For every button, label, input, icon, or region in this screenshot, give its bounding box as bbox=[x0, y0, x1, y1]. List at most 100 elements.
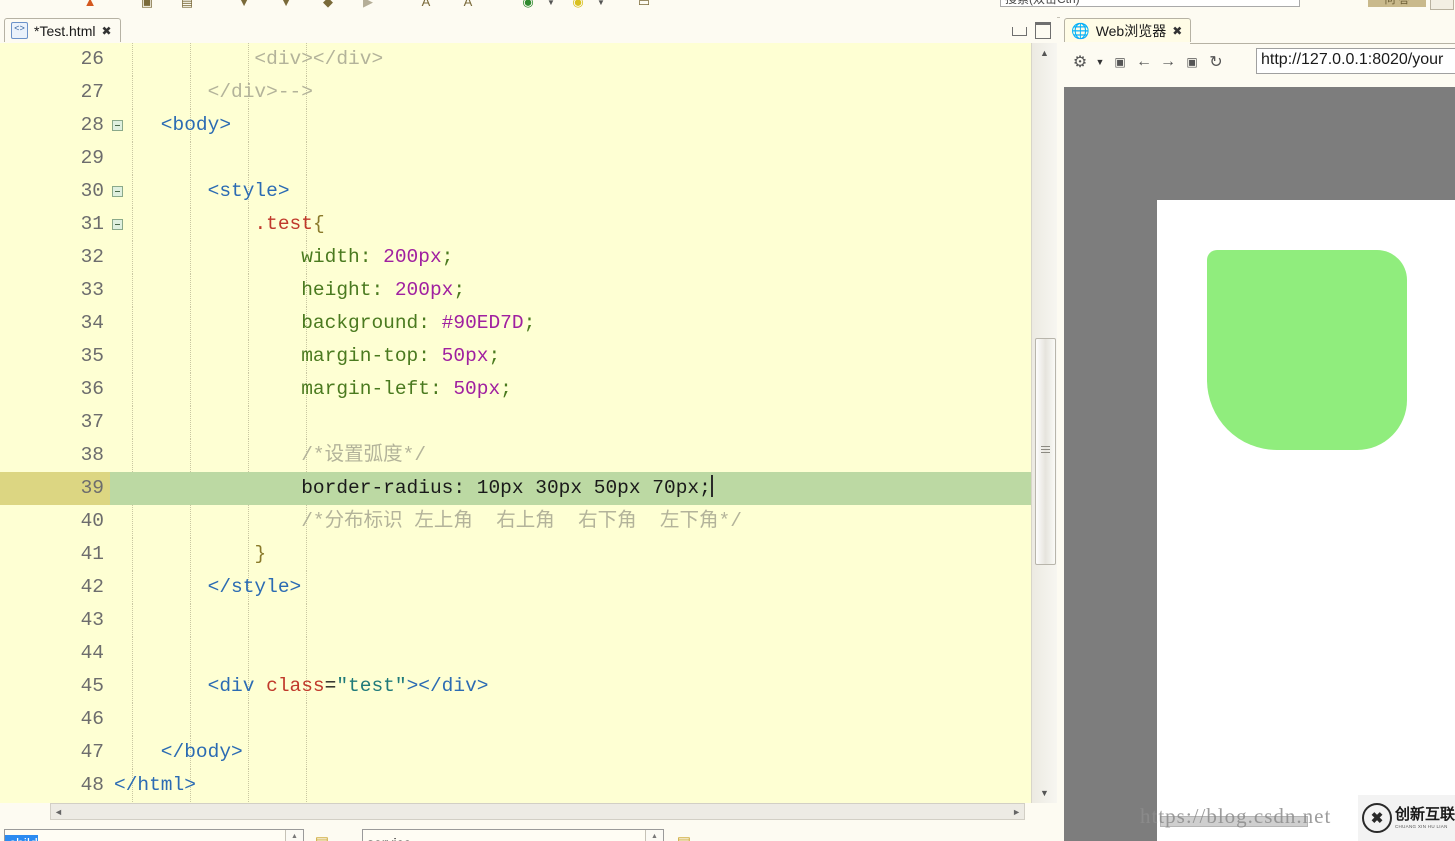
code-token bbox=[114, 246, 301, 268]
code-editor[interactable]: 26 <div></div>27 </div>-->28 <body>2930 … bbox=[0, 43, 1057, 803]
gear-icon[interactable]: ⚙ bbox=[1068, 50, 1092, 74]
font-small-icon[interactable]: A bbox=[460, 0, 476, 10]
editor-vertical-scrollbar[interactable]: ▲ ▼ bbox=[1031, 43, 1057, 803]
replace-prefs-icon[interactable]: ▤ bbox=[674, 832, 694, 841]
code-line[interactable]: 33 height: 200px; bbox=[0, 274, 1032, 307]
line-number: 44 bbox=[0, 637, 110, 670]
code-token: <div></div> bbox=[114, 48, 383, 70]
hscroll-right-icon[interactable]: ► bbox=[1012, 807, 1021, 817]
indent-guide bbox=[190, 406, 191, 439]
code-token: margin-left: bbox=[301, 378, 453, 400]
indent-guide bbox=[132, 703, 133, 736]
code-line[interactable]: 47 </body> bbox=[0, 736, 1032, 769]
indent-guide bbox=[306, 703, 307, 736]
step-into-icon[interactable]: ◆ bbox=[320, 0, 336, 10]
code-line[interactable]: 42 </style> bbox=[0, 571, 1032, 604]
line-number: 48 bbox=[0, 769, 110, 802]
tab-test-html[interactable]: <> *Test.html ✖ bbox=[4, 18, 121, 42]
url-input[interactable]: http://127.0.0.1:8020/your bbox=[1256, 48, 1455, 74]
maximize-icon[interactable] bbox=[1035, 22, 1051, 39]
vertical-scroll-thumb[interactable] bbox=[1035, 338, 1056, 565]
code-line[interactable]: 31 .test{ bbox=[0, 208, 1032, 241]
find-prefs-icon[interactable]: ▤ bbox=[312, 832, 332, 841]
code-token: ></div> bbox=[407, 675, 489, 697]
indent-guide bbox=[306, 736, 307, 769]
find-combo[interactable]: child ▲ ▼ bbox=[4, 829, 304, 841]
validate-icon[interactable]: ◉ bbox=[520, 0, 536, 10]
browser-tab-close-icon[interactable]: ✖ bbox=[1172, 24, 1182, 38]
code-line[interactable]: 35 margin-top: 50px; bbox=[0, 340, 1032, 373]
code-line[interactable]: 40 /*分布标识 左上角 右上角 右下角 左下角*/ bbox=[0, 505, 1032, 538]
export-icon[interactable]: ▣ bbox=[139, 0, 155, 10]
watermark-logo: ✖ 创新互联 CHUANG XIN HU LIAN bbox=[1358, 795, 1455, 841]
browser-tab-label: Web浏览器 bbox=[1096, 21, 1167, 41]
replace-combo[interactable]: service ▲ ▼ bbox=[362, 829, 664, 841]
code-line[interactable]: 44 bbox=[0, 637, 1032, 670]
code-line[interactable]: 29 bbox=[0, 142, 1032, 175]
code-line[interactable]: 41 } bbox=[0, 538, 1032, 571]
qa-button[interactable]: 问 答 bbox=[1368, 0, 1426, 7]
code-line[interactable]: 48</html> bbox=[0, 769, 1032, 802]
find-combo-spinner[interactable]: ▲ ▼ bbox=[285, 830, 303, 841]
code-line[interactable]: 32 width: 200px; bbox=[0, 241, 1032, 274]
scroll-down-icon[interactable]: ▼ bbox=[1034, 783, 1055, 803]
perspective-button[interactable] bbox=[1430, 0, 1454, 10]
indent-guide bbox=[132, 142, 133, 175]
comment-icon[interactable]: ▭ bbox=[636, 0, 652, 10]
code-text: margin-left: 50px; bbox=[110, 373, 512, 406]
console-icon[interactable]: ▣ bbox=[1108, 50, 1132, 74]
validate-caret-icon[interactable]: ▼ bbox=[547, 0, 555, 7]
fire-icon[interactable]: ▲ bbox=[82, 0, 98, 10]
code-token: #90ED7D bbox=[442, 312, 524, 334]
chevron-down-icon[interactable]: ▼ bbox=[1092, 57, 1108, 67]
code-line[interactable]: 34 background: #90ED7D; bbox=[0, 307, 1032, 340]
step-over-icon[interactable]: ▶ bbox=[360, 0, 376, 10]
forward-arrow-icon[interactable]: → bbox=[1156, 50, 1180, 74]
line-number: 28 bbox=[0, 109, 110, 142]
code-line[interactable]: 27 </div>--> bbox=[0, 76, 1032, 109]
line-number: 32 bbox=[0, 241, 110, 274]
scroll-up-icon[interactable]: ▲ bbox=[1034, 43, 1055, 63]
code-line[interactable]: 39 border-radius: 10px 30px 50px 70px; bbox=[0, 472, 1032, 505]
hscroll-left-icon[interactable]: ◄ bbox=[54, 807, 63, 817]
code-line[interactable]: 26 <div></div> bbox=[0, 43, 1032, 76]
code-token: 200px bbox=[395, 279, 454, 301]
tab-web-browser[interactable]: 🌐 Web浏览器 ✖ bbox=[1064, 18, 1191, 42]
tab-close-icon[interactable]: ✖ bbox=[101, 24, 111, 38]
preview-caret-icon[interactable]: ▼ bbox=[597, 0, 605, 7]
global-search-input[interactable]: 搜索(双击Ctrl) bbox=[1000, 0, 1300, 7]
code-line[interactable]: 46 bbox=[0, 703, 1032, 736]
replace-combo-spinner[interactable]: ▲ ▼ bbox=[645, 830, 663, 841]
code-lines[interactable]: 26 <div></div>27 </div>-->28 <body>2930 … bbox=[0, 43, 1032, 803]
back-arrow-icon[interactable]: ← bbox=[1132, 50, 1156, 74]
indent-guide bbox=[190, 604, 191, 637]
code-token bbox=[114, 345, 301, 367]
debug-icon[interactable]: ▼ bbox=[278, 0, 294, 10]
editor-window-buttons bbox=[1012, 21, 1051, 38]
indent-guide bbox=[248, 703, 249, 736]
editor-horizontal-scrollbar[interactable]: ◄ ► bbox=[50, 803, 1025, 820]
replace-spin-up-icon[interactable]: ▲ bbox=[651, 833, 658, 840]
indent-guide bbox=[306, 175, 307, 208]
text-cursor bbox=[711, 475, 713, 497]
code-line[interactable]: 30 <style> bbox=[0, 175, 1032, 208]
find-input[interactable]: child bbox=[5, 835, 38, 841]
font-large-icon[interactable]: A bbox=[418, 0, 434, 10]
line-number: 35 bbox=[0, 340, 110, 373]
stop-icon[interactable]: ▣ bbox=[1180, 50, 1204, 74]
code-line[interactable]: 38 /*设置弧度*/ bbox=[0, 439, 1032, 472]
import-icon[interactable]: ▤ bbox=[179, 0, 195, 10]
minimize-icon[interactable] bbox=[1012, 27, 1027, 36]
code-line[interactable]: 36 margin-left: 50px; bbox=[0, 373, 1032, 406]
replace-input[interactable]: service bbox=[363, 835, 411, 841]
code-line[interactable]: 45 <div class="test"></div> bbox=[0, 670, 1032, 703]
code-line[interactable]: 28 <body> bbox=[0, 109, 1032, 142]
preview-icon[interactable]: ◉ bbox=[570, 0, 586, 10]
reload-icon[interactable]: ↻ bbox=[1204, 50, 1228, 74]
code-line[interactable]: 37 bbox=[0, 406, 1032, 439]
code-token: = bbox=[325, 675, 337, 697]
code-line[interactable]: 43 bbox=[0, 604, 1032, 637]
line-number: 34 bbox=[0, 307, 110, 340]
find-spin-up-icon[interactable]: ▲ bbox=[291, 833, 298, 840]
run-icon[interactable]: ▼ bbox=[236, 0, 252, 10]
